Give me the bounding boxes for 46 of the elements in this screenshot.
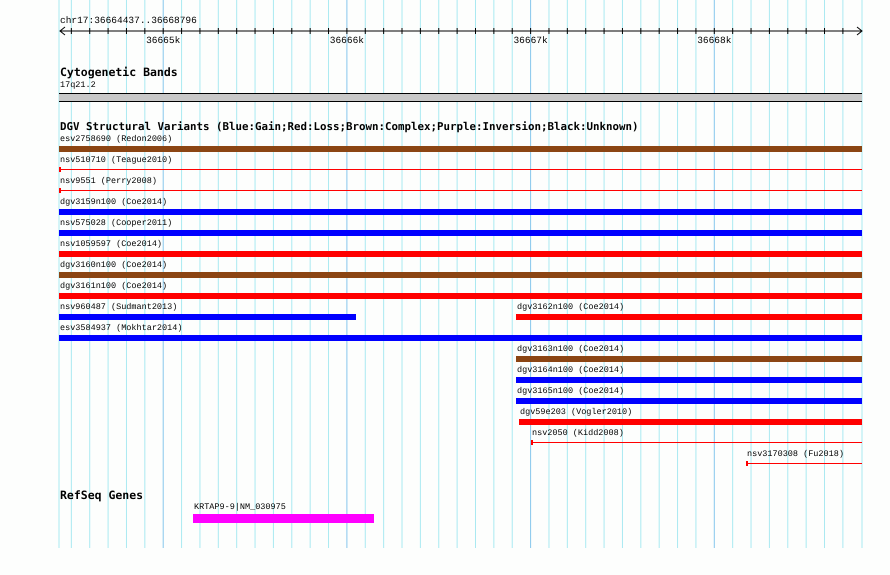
ruler-tick-label: 36665k — [145, 35, 182, 46]
ruler-tick-label: 36668k — [696, 35, 732, 46]
feature-label: esv3584937 (Mokhtar2014) — [60, 323, 182, 333]
variant-bar[interactable] — [59, 230, 862, 236]
feature-label: nsv9551 (Perry2008) — [60, 176, 157, 186]
variant-bar[interactable] — [59, 314, 356, 320]
cytoband-bar[interactable] — [59, 93, 862, 102]
feature-label: nsv3170308 (Fu2018) — [747, 449, 844, 459]
variant-bar[interactable] — [59, 209, 862, 215]
gene-bar[interactable] — [193, 514, 374, 523]
feature-label: KRTAP9-9|NM_030975 — [194, 502, 286, 512]
feature-label: 17q21.2 — [60, 80, 96, 90]
variant-line[interactable] — [59, 188, 862, 193]
feature-label: dgv3159n100 (Coe2014) — [60, 197, 168, 207]
track-title: Cytogenetic Bands — [60, 66, 178, 79]
feature-label: nsv960487 (Sudmant2013) — [60, 302, 178, 312]
ruler-tick-label: 36667k — [512, 35, 549, 46]
feature-label: dgv3162n100 (Coe2014) — [517, 302, 624, 312]
track-title: RefSeq Genes — [60, 489, 144, 502]
feature-label: dgv3160n100 (Coe2014) — [60, 260, 168, 270]
feature-label: esv2758690 (Redon2006) — [60, 134, 172, 144]
feature-label: nsv1059597 (Coe2014) — [60, 239, 162, 249]
feature-label: nsv575028 (Cooper2011) — [60, 218, 172, 228]
feature-label: dgv3161n100 (Coe2014) — [60, 281, 168, 291]
feature-label: dgv3164n100 (Coe2014) — [517, 365, 624, 375]
variant-line[interactable] — [531, 440, 862, 445]
variant-line[interactable] — [59, 167, 862, 172]
feature-label: dgv3163n100 (Coe2014) — [517, 344, 624, 354]
ruler-tick-label: 36666k — [328, 35, 365, 46]
feature-label: nsv2050 (Kidd2008) — [532, 428, 624, 438]
variant-bar[interactable] — [59, 272, 862, 278]
variant-bar[interactable] — [516, 356, 862, 362]
position-label: chr17:36664437..36668796 — [60, 15, 197, 26]
feature-label: dgv59e203 (Vogler2010) — [520, 407, 632, 417]
variant-line[interactable] — [746, 461, 862, 466]
feature-label: dgv3165n100 (Coe2014) — [517, 386, 624, 396]
variant-bar[interactable] — [59, 251, 862, 257]
variant-bar[interactable] — [516, 398, 862, 404]
track-title: DGV Structural Variants (Blue:Gain;Red:Loss;Brown:Complex;Purple:Inversion;Black:Unknown) — [60, 120, 639, 133]
feature-label: nsv510710 (Teague2010) — [60, 155, 172, 165]
variant-bar[interactable] — [59, 335, 862, 341]
variant-bar[interactable] — [59, 146, 862, 152]
variant-bar[interactable] — [519, 419, 862, 425]
variant-bar[interactable] — [516, 377, 862, 383]
variant-bar[interactable] — [516, 314, 862, 320]
variant-bar[interactable] — [59, 293, 862, 299]
